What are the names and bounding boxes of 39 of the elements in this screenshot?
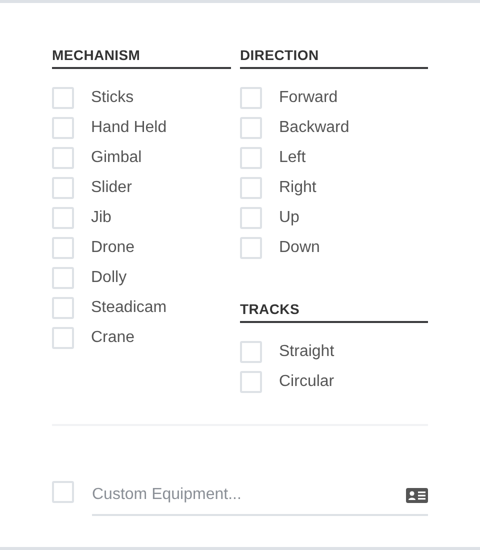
checkbox[interactable] [240, 87, 262, 109]
checkbox[interactable] [52, 87, 74, 109]
checkbox-label: Slider [91, 178, 132, 198]
checkbox[interactable] [52, 237, 74, 259]
section-heading: TRACKS [240, 301, 428, 323]
checkbox[interactable] [240, 341, 262, 363]
checkbox[interactable] [240, 177, 262, 199]
checkbox[interactable] [52, 177, 74, 199]
checkbox-label: Gimbal [91, 148, 142, 168]
checkbox-label: Circular [279, 372, 334, 392]
checkbox[interactable] [240, 147, 262, 169]
checkbox-label: Hand Held [91, 118, 167, 138]
checkbox[interactable] [52, 297, 74, 319]
section-heading: DIRECTION [240, 47, 428, 69]
checkbox-label: Sticks [91, 88, 134, 108]
checkbox-label: Left [279, 148, 306, 168]
checkbox-label: Down [279, 238, 320, 258]
checkbox-label: Backward [279, 118, 350, 138]
checkbox[interactable] [52, 207, 74, 229]
checkbox[interactable] [52, 480, 74, 502]
checkbox-label: Drone [91, 238, 135, 258]
checkbox-label: Up [279, 208, 300, 228]
checkbox[interactable] [52, 117, 74, 139]
checkbox-label: Dolly [91, 268, 127, 288]
checkbox-label: Steadicam [91, 298, 167, 318]
checkbox-label: Jib [91, 208, 112, 228]
checkbox[interactable] [52, 327, 74, 349]
checkbox[interactable] [240, 371, 262, 393]
checkbox-label: Right [279, 178, 316, 198]
id-card-icon [406, 488, 428, 503]
section-heading: MECHANISM [52, 47, 231, 69]
checkbox[interactable] [52, 147, 74, 169]
checkbox-label: Straight [279, 342, 334, 362]
checkbox-label: Crane [91, 328, 135, 348]
checkbox[interactable] [52, 267, 74, 289]
checkbox[interactable] [240, 207, 262, 229]
checkbox[interactable] [240, 237, 262, 259]
checkbox[interactable] [240, 117, 262, 139]
checkbox-label: Forward [279, 88, 338, 108]
